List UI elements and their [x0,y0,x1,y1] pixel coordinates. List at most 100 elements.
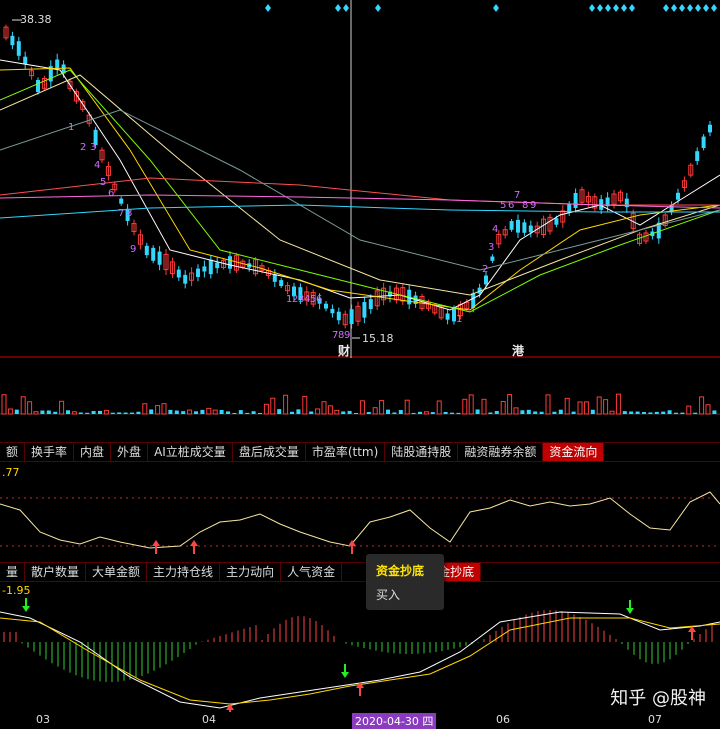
signal-diamond [695,4,701,12]
volume-bar [283,394,289,415]
axis-label-06: 06 [496,713,510,726]
tab-margin-balance[interactable]: 融资融券余额 [458,443,544,461]
volume-panel[interactable] [0,358,720,442]
tab-retail-count[interactable]: 散户数量 [25,563,87,581]
candle-body [36,79,40,93]
volume-chart[interactable] [0,358,720,442]
tab-northbound-holding[interactable]: 陆股通持股 [385,443,459,461]
high-price-label: 38.38 [20,13,52,26]
volume-bar [168,409,173,414]
volume-bar [206,407,212,415]
volume-bar [238,410,243,414]
tooltip-title: 资金抄底 [376,564,425,578]
candle-body [144,245,149,256]
price-chart[interactable]: 12 34567 891 2 3 4 5 67 8 912345 678 9 [0,0,720,358]
volume-bar [404,399,410,415]
seq-label: 6 [508,200,514,211]
candle-body [490,256,495,261]
volume-bar [321,401,327,415]
volume-bar [359,400,365,415]
candle-body [10,35,15,46]
volume-bar [181,411,186,414]
tab-pe-ttm[interactable]: 市盈率(ttm) [306,443,386,461]
volume-bar [456,412,461,414]
price-panel[interactable]: 123456789123456789123456789 38.38 15.18 … [0,0,720,358]
hk-connect-marker[interactable]: 港 [512,342,524,358]
volume-bar [110,412,115,414]
volume-bar [296,409,301,414]
volume-bar [583,401,589,415]
tab-after-hours-volume[interactable]: 盘后成交量 [233,443,306,461]
volume-bar [552,411,557,414]
tab-turnover[interactable]: 换手率 [25,443,75,461]
time-axis: 03 04 2020-04-30 四 06 07 [0,712,720,729]
volume-bar [258,412,262,414]
volume-bar [436,400,442,415]
volume-bar [187,409,193,415]
seq-label: 5 [100,177,106,188]
candle-body [349,309,354,325]
volume-bar [674,412,678,414]
tab-outer-volume[interactable]: 外盘 [111,443,149,461]
volume-bar [98,410,102,414]
volume-bar [667,410,672,414]
candle-body [522,222,527,233]
volume-bar [603,399,609,415]
candle-body [509,221,514,230]
tooltip-body: 买入 [376,588,401,602]
signal-diamond [605,4,611,12]
seq-label: 2 [482,264,488,275]
volume-bar [200,409,205,414]
tab-volume[interactable]: 量 [0,563,26,581]
volume-bar [212,409,218,415]
seq-label: 1 [456,314,462,325]
ma30-line [0,74,720,296]
volume-bar [161,403,167,415]
tab-ai-volume[interactable]: AI立桩成交量 [148,443,233,461]
candle-body [183,274,188,284]
volume-bar [488,412,493,414]
volume-bar [347,410,352,414]
signal-diamond [343,4,349,12]
volume-bar [661,411,666,414]
tooltip: 资金抄底 买入 [366,554,444,610]
candle-body [23,56,28,65]
candle-body [119,198,124,204]
tab-inner-volume[interactable]: 内盘 [74,443,112,461]
signal-diamond [589,4,595,12]
seq-label: 1 [68,122,74,133]
tab-amount[interactable]: 额 [0,443,26,461]
candle-body [151,247,156,261]
volume-bar [142,403,148,415]
volume-bar [590,409,595,414]
tab-large-order-amount[interactable]: 大单金额 [86,563,148,581]
capital-flow-chart[interactable] [0,462,720,562]
buy-arrow-up [152,540,160,546]
volume-bar [366,412,371,414]
candle-body [228,256,232,269]
volume-bar [635,411,640,414]
volume-bar [149,409,154,414]
seq-label: 6 [108,188,114,199]
volume-bar [327,405,333,415]
volume-bar [705,404,711,415]
volume-bar [46,410,51,414]
volume-bar [443,411,448,414]
tab-main-position-line[interactable]: 主力持仓线 [147,563,221,581]
tab-capital-flow[interactable]: 资金流向 [543,443,605,461]
financial-report-marker[interactable]: 财 [338,342,350,358]
volume-bar [423,411,429,415]
buy-arrow-up [190,540,198,546]
volume-bar [20,396,26,415]
volume-bar [354,412,358,414]
capital-flow-panel[interactable]: .77 [0,462,720,562]
volume-bar [648,412,653,414]
volume-bar [507,394,513,415]
tab-main-movement[interactable]: 主力动向 [220,563,282,581]
candle-body [676,192,680,200]
signal-diamond [613,4,619,12]
volume-bar [500,401,506,415]
volume-bar [558,409,563,414]
watermark: 知乎 @股神 [610,688,706,709]
tab-popularity-capital[interactable]: 人气资金 [281,563,343,581]
